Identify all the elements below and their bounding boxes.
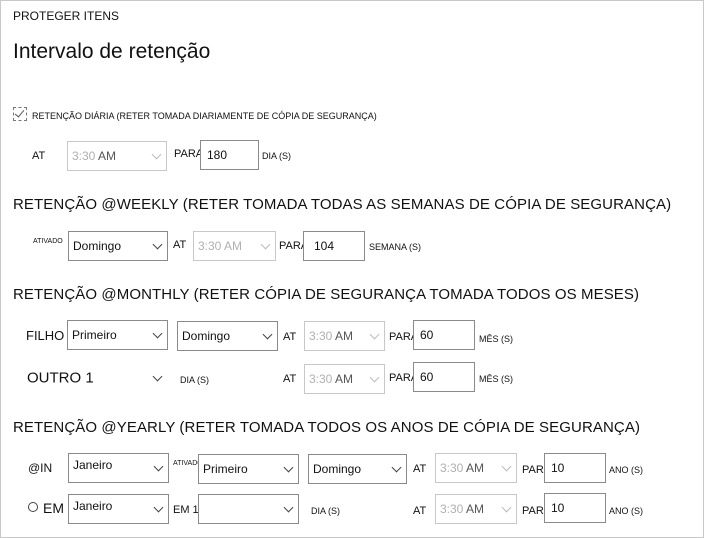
chevron-down-icon [283,502,294,513]
yearly-week-dropdown[interactable]: Primeiro [198,454,299,484]
weekly-unit-label: SEMANA (S) [369,242,422,252]
page-title: Intervalo de retenção [13,40,211,63]
yearly-row2-day-unit: DIA (S) [311,506,341,516]
weekly-heading: RETENÇÃO @WEEKLY (RETER TOMADA TODAS AS … [13,196,672,213]
monthly-row2-count-input[interactable]: 60 [413,362,475,392]
monthly-week-dropdown[interactable]: Primeiro [67,320,168,350]
chevron-down-icon [283,462,294,473]
chevron-down-icon [151,149,162,160]
chevron-down-icon [153,461,164,472]
checkmark-icon [14,107,25,118]
yearly-row2-month-dropdown[interactable]: Janeiro [68,494,169,524]
weekly-count-input[interactable]: 104 [303,231,365,261]
yearly-row1-month-dropdown[interactable]: Janeiro [68,453,169,483]
yearly-row1-label: @IN [28,461,53,475]
chevron-down-icon [260,239,271,250]
daily-retention-label: RETENÇÃO DIÁRIA (RETER TOMADA DIARIAMENT… [32,111,377,121]
chevron-down-icon [391,462,402,473]
monthly-row2-time-dropdown[interactable]: 3:30 AM [304,364,385,394]
daily-for-label: PARA [174,148,204,160]
chevron-down-icon [153,502,164,513]
yearly-row1-time-dropdown[interactable]: 3:30 AM [435,453,517,483]
weekly-time-dropdown[interactable]: 3:30 AM [193,231,276,261]
daily-retention-checkbox[interactable] [13,107,27,121]
weekly-day-dropdown[interactable]: Domingo [68,231,168,261]
yearly-row1-unit-label: ANO (S) [609,465,644,475]
yearly-row1-at-label: AT [413,463,427,475]
yearly-row2-em-label: EM 1 [173,504,199,516]
chevron-down-icon [152,239,163,250]
yearly-row2-at-label: AT [413,505,427,517]
yearly-row2-count-input[interactable]: 10 [544,493,606,523]
monthly-row1-count-input[interactable]: 60 [413,320,475,350]
monthly-row1-unit-label: MÊS (S) [479,334,514,344]
monthly-row1-label: FILHO [26,328,65,343]
chevron-down-icon [369,372,380,383]
monthly-row1-at-label: AT [283,331,297,343]
monthly-heading: RETENÇÃO @MONTHLY (RETER CÓPIA DE SEGURA… [13,286,640,303]
daily-at-label: AT [32,150,46,162]
yearly-row1-count-input[interactable]: 10 [544,453,606,483]
chevron-down-icon [152,328,163,339]
monthly-day-dropdown[interactable]: Domingo [177,321,278,351]
yearly-row2-unit-label: ANO (S) [609,506,644,516]
monthly-day-number-dropdown[interactable]: OUTRO 1 [22,363,168,393]
yearly-row2-day-dropdown[interactable] [198,494,299,524]
daily-unit-label: DIA (S) [262,151,292,161]
weekly-at-label: AT [173,239,187,251]
daily-count-input[interactable]: 180 [200,140,259,170]
yearly-day-dropdown[interactable]: Domingo [308,454,407,484]
chevron-down-icon [152,371,163,382]
monthly-row2-unit-label: MÊS (S) [479,374,514,384]
chevron-down-icon [501,502,512,513]
daily-time-dropdown[interactable]: 3:30 AM [67,141,167,171]
weekly-on-label: ATIVADO [33,238,63,245]
chevron-down-icon [369,329,380,340]
monthly-row2-at-label: AT [283,373,297,385]
yearly-row2-time-dropdown[interactable]: 3:30 AM [435,494,517,524]
yearly-heading: RETENÇÃO @YEARLY (RETER TOMADA TODOS OS … [13,419,641,436]
monthly-row1-time-dropdown[interactable]: 3:30 AM [304,321,385,351]
chevron-down-icon [262,329,273,340]
yearly-row2-label: EM [43,500,64,516]
chevron-down-icon [501,461,512,472]
section-label: PROTEGER ITENS [13,9,120,23]
monthly-row2-day-unit: DIA (S) [180,375,210,385]
yearly-em-radio[interactable] [28,502,38,512]
